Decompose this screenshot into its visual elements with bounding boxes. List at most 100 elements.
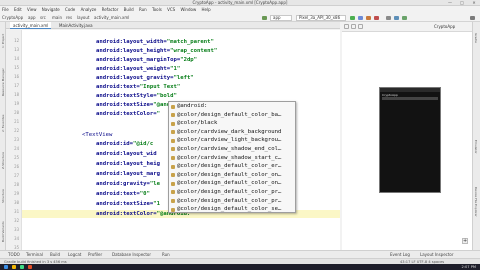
sdk-manager-icon[interactable] [402, 16, 407, 20]
device-input-field [382, 97, 438, 100]
line-number: 18 [14, 92, 19, 97]
autocomplete-item[interactable]: @color/design_default_color_on… [169, 171, 295, 180]
autocomplete-item[interactable]: @color/design_default_color_er… [169, 162, 295, 171]
code-line: android:layout_weight="1" [96, 66, 181, 72]
breadcrumb-res[interactable]: res [66, 14, 72, 22]
line-number: 28 [14, 182, 19, 187]
breadcrumb-layout[interactable]: layout [77, 14, 89, 22]
hammer-icon[interactable] [262, 16, 267, 20]
tab-activity-main[interactable]: activity_main.xml [10, 22, 52, 29]
breadcrumb-project[interactable]: CryptoApp [2, 14, 23, 22]
breadcrumb-file[interactable]: activity_main.xml [94, 14, 129, 22]
code-line: android:layout_gravity="left" [96, 75, 194, 81]
code-line: android:layout_marginTop="2dp" [96, 57, 198, 63]
autocomplete-item[interactable]: @color/design_default_color_on… [169, 179, 295, 188]
breadcrumb-app[interactable]: app [28, 14, 36, 22]
menu-view[interactable]: View [25, 7, 39, 13]
line-number: 16 [14, 74, 19, 79]
menu-analyze[interactable]: Analyze [79, 7, 99, 13]
tool-emulator[interactable]: Emulator [472, 132, 480, 162]
maximize-button[interactable]: □ [456, 0, 468, 6]
run-config-select[interactable]: app [270, 15, 292, 21]
line-number: 14 [14, 56, 19, 61]
autocomplete-item[interactable]: @android: [169, 102, 295, 111]
design-surface-icon[interactable] [344, 24, 349, 29]
device-status-bar [380, 88, 440, 92]
device-preview-icon[interactable] [358, 24, 363, 29]
browser-icon[interactable] [28, 265, 32, 269]
tab-main-activity[interactable]: MainActivity.java [56, 22, 96, 29]
stop-icon[interactable] [374, 16, 379, 20]
menu-bar: File Edit View Navigate Code Analyze Ref… [0, 7, 480, 13]
sync-icon[interactable] [386, 16, 391, 20]
menu-edit[interactable]: Edit [12, 7, 24, 13]
line-number: 30 [14, 200, 19, 205]
menu-navigate[interactable]: Navigate [40, 7, 62, 13]
menu-build[interactable]: Build [122, 7, 136, 13]
resource-icon [171, 138, 175, 143]
breadcrumb-src[interactable]: src [40, 14, 46, 22]
clock: 2:07 PM [461, 265, 476, 269]
line-number: 32 [14, 218, 19, 223]
minimize-button[interactable]: — [444, 0, 456, 6]
breadcrumb-main[interactable]: main [52, 14, 62, 22]
menu-window[interactable]: Window [178, 7, 198, 13]
profile-icon[interactable] [366, 16, 371, 20]
start-icon[interactable] [4, 265, 8, 269]
code-line: android:textSize="1 [96, 201, 161, 207]
bottom-tool-bar: TODO Terminal Build Logcat Profiler Data… [0, 250, 480, 258]
autocomplete-item[interactable]: @color/cardview_shadow_end_col… [169, 145, 295, 154]
line-number: 34 [14, 236, 19, 241]
device-frame: CryptoApp [379, 87, 441, 193]
autocomplete-item[interactable]: @color/cardview_light_backgrou… [169, 136, 295, 145]
run-icon[interactable] [350, 16, 355, 20]
menu-vcs[interactable]: VCS [165, 7, 177, 13]
close-button[interactable]: ✕ [468, 0, 480, 6]
zoom-in-button[interactable]: + [462, 238, 468, 244]
line-number: 26 [14, 164, 19, 169]
avd-manager-icon[interactable] [394, 16, 399, 20]
resource-icon [171, 121, 175, 126]
window-title: CryptoApp - activity_main.xml [CryptoApp… [192, 0, 288, 5]
search-icon[interactable] [470, 16, 475, 20]
menu-code[interactable]: Code [63, 7, 77, 13]
menu-file[interactable]: File [0, 7, 11, 13]
code-line: android:layout_marg [96, 171, 160, 177]
autocomplete-item[interactable]: @color/cardview_dark_background [169, 128, 295, 137]
device-select[interactable]: Pixel_3a_API_30_x86 [296, 15, 346, 21]
menu-tools[interactable]: Tools [150, 7, 164, 13]
code-line: <TextView [82, 132, 113, 138]
explorer-icon[interactable] [12, 265, 16, 269]
orientation-icon[interactable] [351, 24, 356, 29]
tool-device-file-explorer[interactable]: Device File Explorer [472, 172, 480, 232]
os-taskbar: 2:07 PM [0, 264, 480, 270]
menu-run[interactable]: Run [137, 7, 149, 13]
code-line: android:text="0" [96, 191, 150, 197]
resource-icon [171, 199, 175, 204]
code-line: android:gravity="le [96, 181, 160, 187]
resource-icon [171, 173, 175, 178]
resource-icon [171, 190, 175, 195]
autocomplete-item[interactable]: @color/black [169, 119, 295, 128]
tool-gradle[interactable]: Gradle [472, 26, 480, 50]
autocomplete-item[interactable]: @color/design_default_color_se… [169, 205, 295, 212]
autocomplete-item[interactable]: @color/design_default_color_pr… [169, 188, 295, 197]
preview-toolbar: CryptoApp [342, 22, 472, 32]
android-studio-icon[interactable] [20, 265, 24, 269]
window-titlebar: CryptoApp - activity_main.xml [CryptoApp… [0, 0, 480, 6]
menu-help[interactable]: Help [200, 7, 213, 13]
autocomplete-item[interactable]: @color/design_default_color_pr… [169, 197, 295, 206]
line-number: 15 [14, 65, 19, 70]
autocomplete-item[interactable]: @color/cardview_shadow_start_c… [169, 154, 295, 163]
code-line: android:layout_heig [96, 161, 160, 167]
autocomplete-item[interactable]: @color/design_default_color_ba… [169, 111, 295, 120]
line-number: 12 [14, 38, 19, 43]
menu-refactor[interactable]: Refactor [100, 7, 121, 13]
debug-icon[interactable] [358, 16, 363, 20]
line-number: 31 [14, 209, 19, 214]
resource-icon [171, 130, 175, 135]
code-line: android:textStyle="bold" [96, 93, 177, 99]
code-line: android:layout_height="wrap_content" [96, 48, 218, 54]
line-number: 19 [14, 101, 19, 106]
right-tool-strip: Gradle Emulator Device File Explorer [472, 22, 480, 258]
